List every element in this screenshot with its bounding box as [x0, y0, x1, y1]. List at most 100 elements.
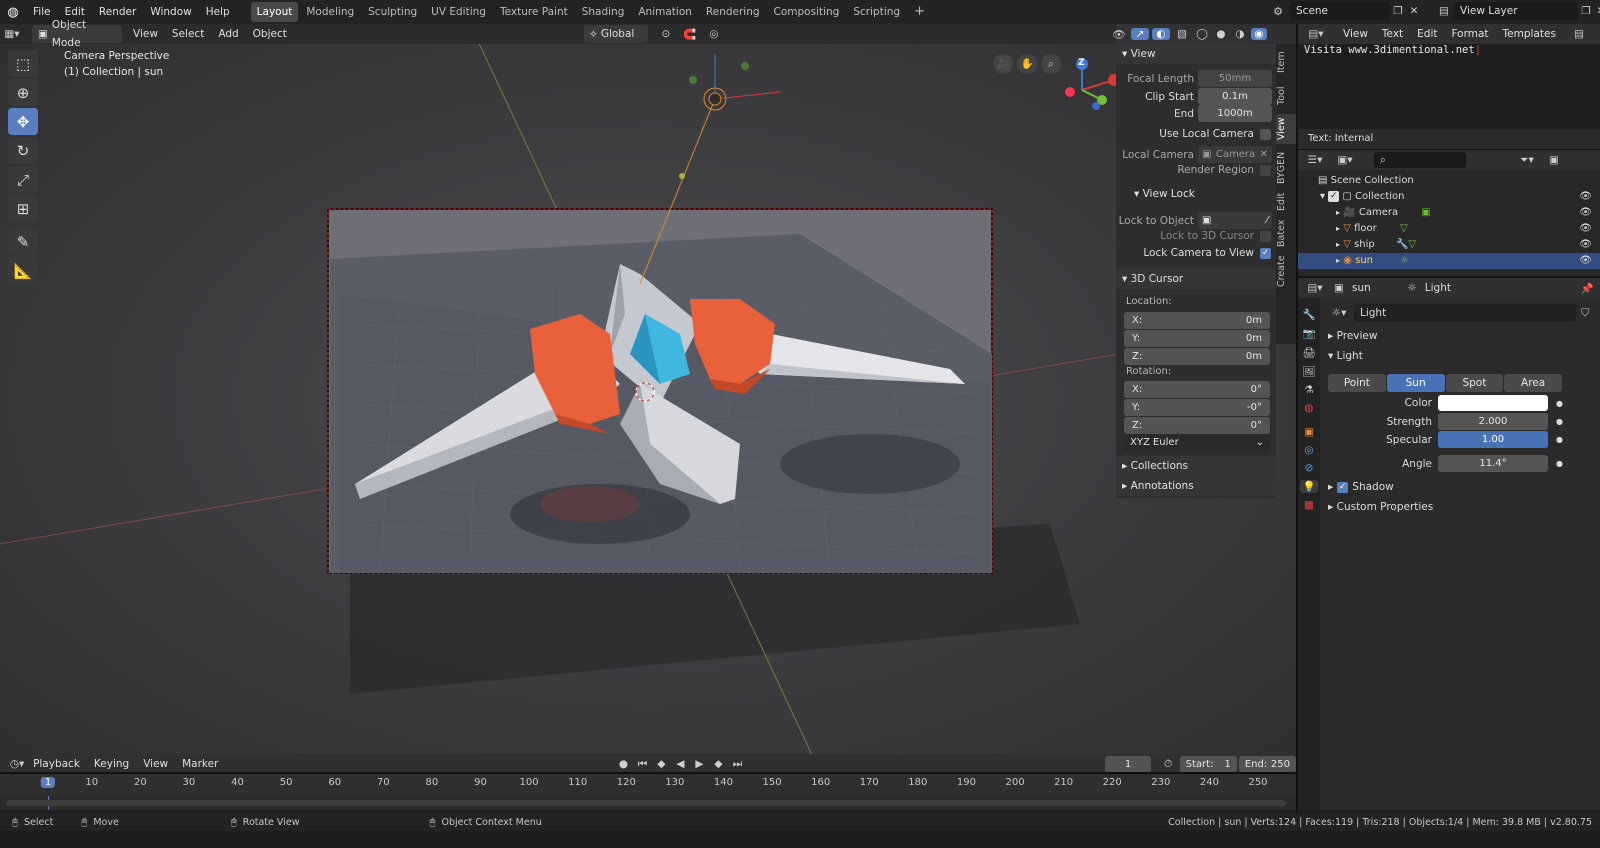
specular-slider[interactable]: 1.00	[1438, 431, 1548, 448]
light-datablock-field[interactable]: Light	[1354, 304, 1576, 322]
eye-icon[interactable]: 👁	[1579, 253, 1592, 269]
expand-icon[interactable]: ▸	[1336, 256, 1340, 265]
constraints-props-icon[interactable]: ⊘	[1305, 462, 1314, 474]
expand-icon[interactable]: ▾	[1320, 191, 1325, 202]
properties-type-icon[interactable]: ▤▾	[1304, 282, 1326, 294]
tab-modeling[interactable]: Modeling	[300, 2, 360, 22]
lock-to-object-field[interactable]: ▣ ⁄	[1198, 212, 1272, 229]
xray-icon[interactable]: ▧	[1173, 28, 1191, 40]
keyframe-dot-icon[interactable]: ●	[1556, 399, 1563, 408]
tl-menu-view[interactable]: View	[136, 754, 175, 774]
eye-icon[interactable]: 👁	[1579, 189, 1592, 205]
eye-icon[interactable]: 👁	[1579, 221, 1592, 237]
play-reverse-icon[interactable]: ◀	[672, 758, 688, 770]
tl-menu-playback[interactable]: Playback	[26, 754, 87, 774]
te-menu-view[interactable]: View	[1336, 24, 1375, 44]
text-editor[interactable]: ▤▾ View Text Edit Format Templates ▤ Vis…	[1298, 24, 1600, 149]
light-type-point-button[interactable]: Point	[1328, 374, 1386, 392]
keyframe-dot-icon[interactable]: ●	[1556, 435, 1563, 444]
te-menu-edit[interactable]: Edit	[1410, 24, 1444, 44]
outliner-collection-row[interactable]: ▾ ✓ ▢ Collection 👁	[1298, 189, 1600, 205]
scale-tool-icon[interactable]: ⤢	[8, 166, 38, 193]
lock-to-cursor-checkbox[interactable]	[1260, 230, 1271, 242]
timeline-scrollbar[interactable]	[6, 800, 1286, 806]
eyedropper-icon[interactable]: ⁄	[1266, 212, 1268, 229]
tab-item[interactable]: Item	[1276, 48, 1296, 76]
menu-help[interactable]: Help	[199, 0, 237, 24]
tab-tool[interactable]: Tool	[1276, 82, 1296, 110]
te-menu-templates[interactable]: Templates	[1496, 24, 1563, 44]
scene-field[interactable]: Scene	[1290, 2, 1390, 20]
orientation-selector[interactable]: ⟡ Global	[583, 25, 648, 43]
location-x-field[interactable]: X: 0m	[1124, 312, 1270, 329]
area-separator[interactable]	[1296, 24, 1298, 813]
tab-create[interactable]: Create	[1276, 254, 1296, 288]
rotation-x-field[interactable]: X: 0°	[1124, 381, 1270, 398]
clear-camera-icon[interactable]: ✕	[1260, 146, 1268, 163]
view-lock-header[interactable]: ▾ View Lock	[1134, 188, 1195, 200]
jump-start-icon[interactable]: ⏮	[634, 758, 650, 771]
timeline[interactable]: ◷▾ Playback Keying View Marker ● ⏮ ◆ ◀ ▶…	[0, 754, 1296, 810]
jump-end-icon[interactable]: ⏭	[729, 758, 745, 771]
te-menu-format[interactable]: Format	[1445, 24, 1496, 44]
outliner-item-camera[interactable]: ▸ 🎥 Camera ▣ 👁	[1298, 205, 1600, 221]
delete-scene-icon[interactable]: ✕	[1406, 5, 1422, 17]
clip-start-field[interactable]: 0.1m	[1198, 88, 1272, 105]
keyframe-dot-icon[interactable]: ●	[1556, 459, 1563, 468]
keyframe-dot-icon[interactable]: ●	[1556, 417, 1563, 426]
annotate-tool-icon[interactable]: ✎	[8, 228, 38, 255]
text-datablock-icon[interactable]: ▤	[1569, 28, 1589, 40]
shadow-checkbox[interactable]: ✓	[1337, 481, 1349, 493]
tab-view[interactable]: View	[1276, 114, 1296, 144]
view-layer-props-icon[interactable]: 🖼	[1302, 365, 1315, 378]
vp-menu-add[interactable]: Add	[211, 22, 245, 46]
rotate-tool-icon[interactable]: ↻	[8, 137, 38, 164]
outliner-scene-collection[interactable]: ▤ Scene Collection	[1298, 173, 1600, 189]
strength-field[interactable]: 2.000	[1438, 413, 1548, 430]
mode-selector[interactable]: ▣ Object Mode	[32, 19, 122, 49]
record-icon[interactable]: ●	[615, 758, 631, 770]
menu-window[interactable]: Window	[143, 0, 198, 24]
text-content[interactable]: Visita www.3dimentional.net|	[1304, 44, 1481, 56]
outliner-type-icon[interactable]: ☰▾	[1304, 154, 1326, 166]
tl-menu-keying[interactable]: Keying	[87, 754, 136, 774]
tab-sculpting[interactable]: Sculpting	[362, 2, 423, 22]
tab-texture-paint[interactable]: Texture Paint	[494, 2, 574, 22]
eye-icon[interactable]: 👁	[1579, 205, 1592, 221]
play-icon[interactable]: ▶	[691, 758, 707, 770]
solid-shading-icon[interactable]: ●	[1213, 28, 1229, 40]
light-type-spot-button[interactable]: Spot	[1445, 374, 1504, 392]
preview-panel-header[interactable]: ▸ Preview	[1328, 330, 1377, 342]
light-type-icon[interactable]: ☼▾	[1328, 307, 1350, 319]
snap-icon[interactable]: 🧲	[678, 28, 702, 41]
render-region-checkbox[interactable]	[1260, 164, 1271, 176]
gizmo-toggle-icon[interactable]: ↗	[1131, 28, 1149, 40]
add-workspace-button[interactable]: +	[908, 2, 931, 22]
vp-menu-object[interactable]: Object	[246, 22, 294, 46]
output-props-icon[interactable]: 🖨	[1302, 346, 1315, 359]
color-swatch[interactable]	[1438, 395, 1548, 411]
tab-edit[interactable]: Edit	[1276, 190, 1296, 214]
custom-properties-header[interactable]: ▸ Custom Properties	[1328, 501, 1433, 513]
light-type-area-button[interactable]: Area	[1504, 374, 1562, 392]
tab-layout[interactable]: Layout	[250, 2, 299, 22]
angle-field[interactable]: 11.4°	[1438, 455, 1548, 472]
camera-view-icon[interactable]: 🎥	[993, 54, 1013, 74]
blender-logo-icon[interactable]: ◍	[0, 5, 26, 20]
focal-length-field[interactable]: 50mm	[1198, 70, 1272, 87]
tab-compositing[interactable]: Compositing	[768, 2, 846, 22]
rotation-y-field[interactable]: Y: -0°	[1124, 399, 1270, 416]
pivot-icon[interactable]: ⊙	[654, 28, 678, 40]
move-tool-icon[interactable]: ✥	[8, 108, 38, 135]
render-props-icon[interactable]: 📷	[1302, 327, 1315, 340]
local-camera-field[interactable]: ▣ Camera ✕	[1198, 146, 1272, 163]
clip-end-field[interactable]: 1000m	[1198, 105, 1272, 122]
prev-keyframe-icon[interactable]: ◆	[653, 758, 669, 770]
expand-icon[interactable]: ▸	[1336, 224, 1340, 233]
world-props-icon[interactable]: ◍	[1304, 402, 1313, 414]
outliner-search-input[interactable]: ⌕	[1374, 152, 1466, 168]
scene-props-icon[interactable]: ⚗	[1304, 384, 1313, 396]
select-box-tool-icon[interactable]: ⬚	[8, 50, 38, 77]
timeline-type-icon[interactable]: ◷▾	[8, 758, 26, 770]
visibility-icon[interactable]: 👁	[1110, 28, 1128, 41]
